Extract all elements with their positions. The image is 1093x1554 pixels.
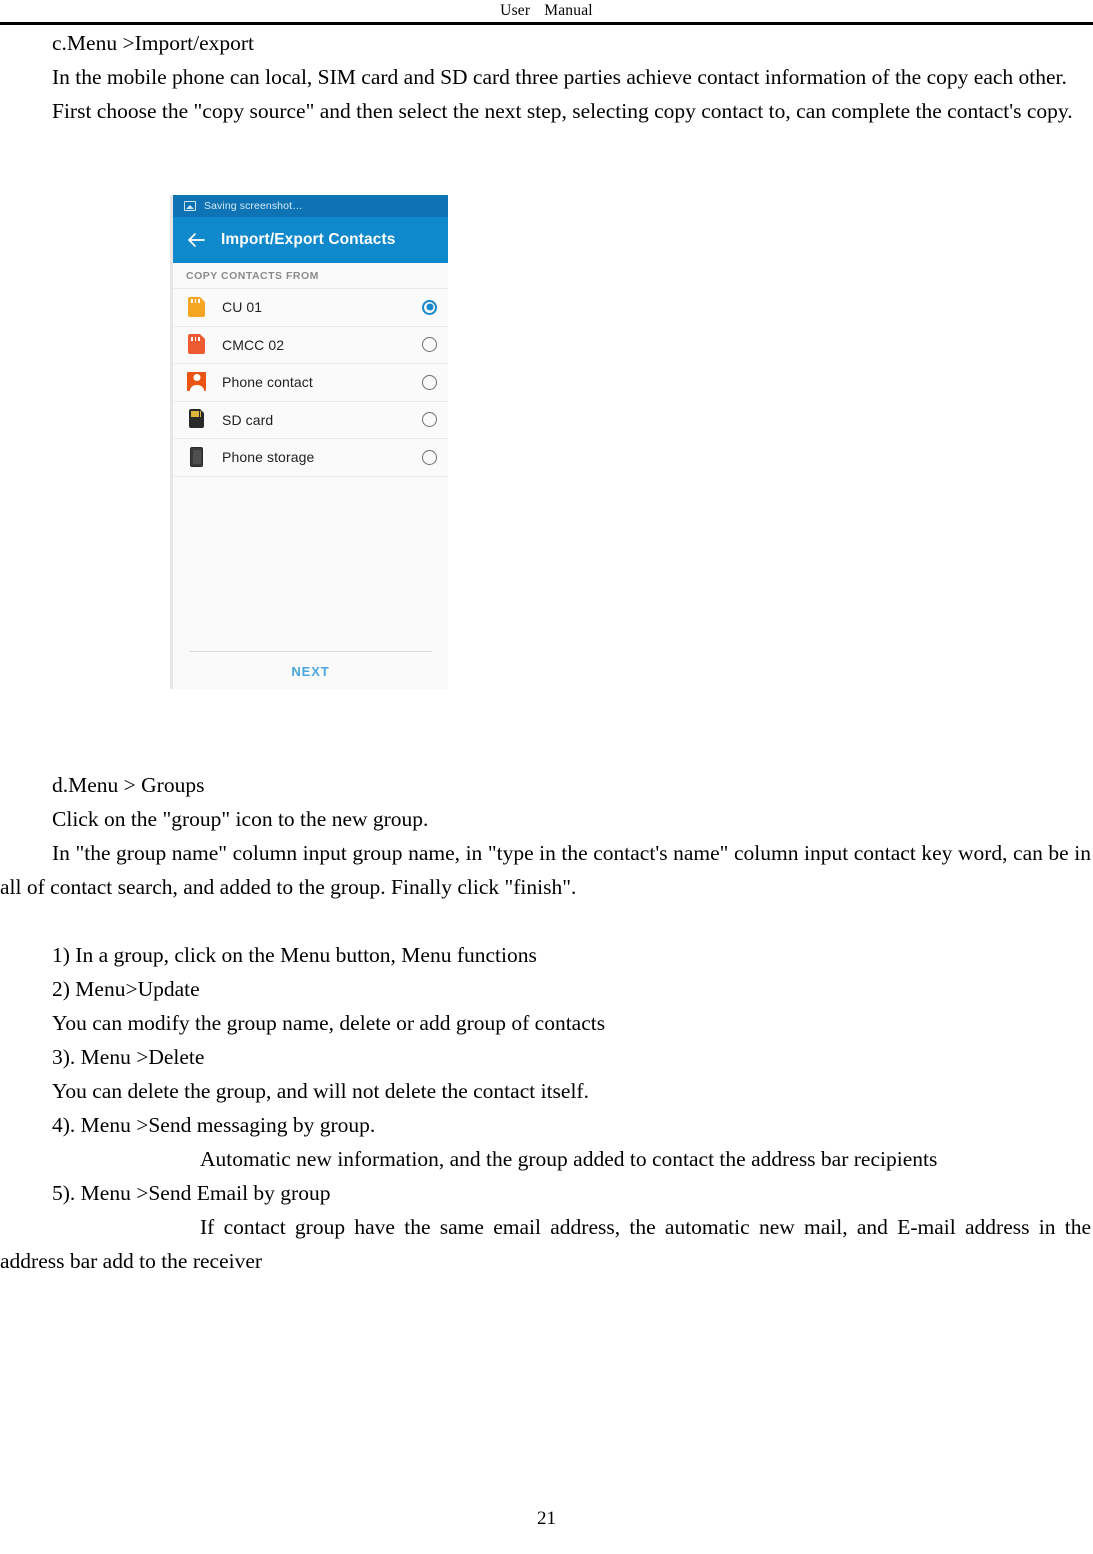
radio-button[interactable] — [422, 337, 437, 353]
page-header: User Manual — [0, 0, 1093, 20]
list-item-label: CMCC 02 — [222, 336, 285, 353]
list-item-4-desc: Automatic new information, and the group… — [200, 1147, 938, 1171]
radio-button[interactable] — [422, 374, 437, 390]
list-item[interactable]: SD card — [173, 401, 448, 439]
list-item[interactable]: CU 01 — [173, 289, 448, 327]
list-item-label: Phone storage — [222, 449, 315, 466]
section-c-heading: c.Menu >Import/export — [52, 31, 254, 55]
list-item-label: CU 01 — [222, 299, 263, 316]
copy-source-list: CU 01 CMCC 02 Phone contact SD card Phon… — [173, 289, 448, 477]
section-d-heading: d.Menu > Groups — [52, 773, 205, 797]
list-item-label: SD card — [222, 411, 274, 428]
sim-card-icon — [187, 296, 208, 318]
page-number: 21 — [537, 1508, 556, 1529]
radio-button[interactable] — [422, 299, 437, 315]
list-item-3-desc: You can delete the group, and will not d… — [52, 1079, 589, 1103]
sim-card-icon — [187, 334, 208, 355]
person-contact-icon — [187, 371, 208, 393]
list-item-5: 5). Menu >Send Email by group — [52, 1181, 331, 1205]
next-button[interactable]: NEXT — [173, 652, 448, 689]
paragraph-import-export-intro: In the mobile phone can local, SIM card … — [52, 65, 1067, 89]
header-divider — [0, 22, 1093, 25]
document-body-top: c.Menu >Import/export In the mobile phon… — [0, 26, 1093, 128]
paragraph-group-icon: Click on the "group" icon to the new gro… — [52, 807, 429, 831]
phone-screenshot-figure: Saving screenshot… Import/Export Contact… — [170, 195, 448, 689]
list-item[interactable]: CMCC 02 — [173, 326, 448, 364]
list-item-2: 2) Menu>Update — [52, 977, 200, 1001]
sd-card-icon — [187, 409, 208, 430]
document-body-bottom: d.Menu > Groups Click on the "group" ico… — [0, 768, 1093, 1278]
back-arrow-icon[interactable] — [185, 229, 207, 251]
status-bar-text: Saving screenshot… — [204, 200, 303, 212]
list-item-label: Phone contact — [222, 374, 313, 391]
app-bar-title: Import/Export Contacts — [221, 231, 396, 248]
list-item-2-desc: You can modify the group name, delete or… — [52, 1011, 606, 1035]
next-button-area: NEXT — [173, 643, 448, 689]
list-item-3: 3). Menu >Delete — [52, 1045, 205, 1069]
paragraph-copy-source: First choose the "copy source" and then … — [52, 99, 1073, 123]
list-item-1: 1) In a group, click on the Menu button,… — [52, 943, 537, 967]
header-title-right: Manual — [544, 2, 593, 19]
header-title-left: User — [500, 2, 531, 19]
copy-contacts-from-label: COPY CONTACTS FROM — [173, 263, 448, 289]
radio-button[interactable] — [422, 412, 437, 428]
list-item[interactable]: Phone contact — [173, 364, 448, 402]
radio-button[interactable] — [422, 449, 437, 465]
paragraph-group-name: In "the group name" column input group n… — [0, 841, 1091, 899]
list-item[interactable]: Phone storage — [173, 439, 448, 477]
list-item-4: 4). Menu >Send messaging by group. — [52, 1113, 376, 1137]
android-status-bar: Saving screenshot… — [173, 195, 448, 217]
phone-storage-icon — [187, 446, 208, 468]
screenshot-image-icon — [184, 201, 196, 211]
list-item-5-desc: If contact group have the same email add… — [0, 1215, 1091, 1273]
app-bar: Import/Export Contacts — [173, 217, 448, 263]
list-empty-space — [173, 476, 448, 643]
